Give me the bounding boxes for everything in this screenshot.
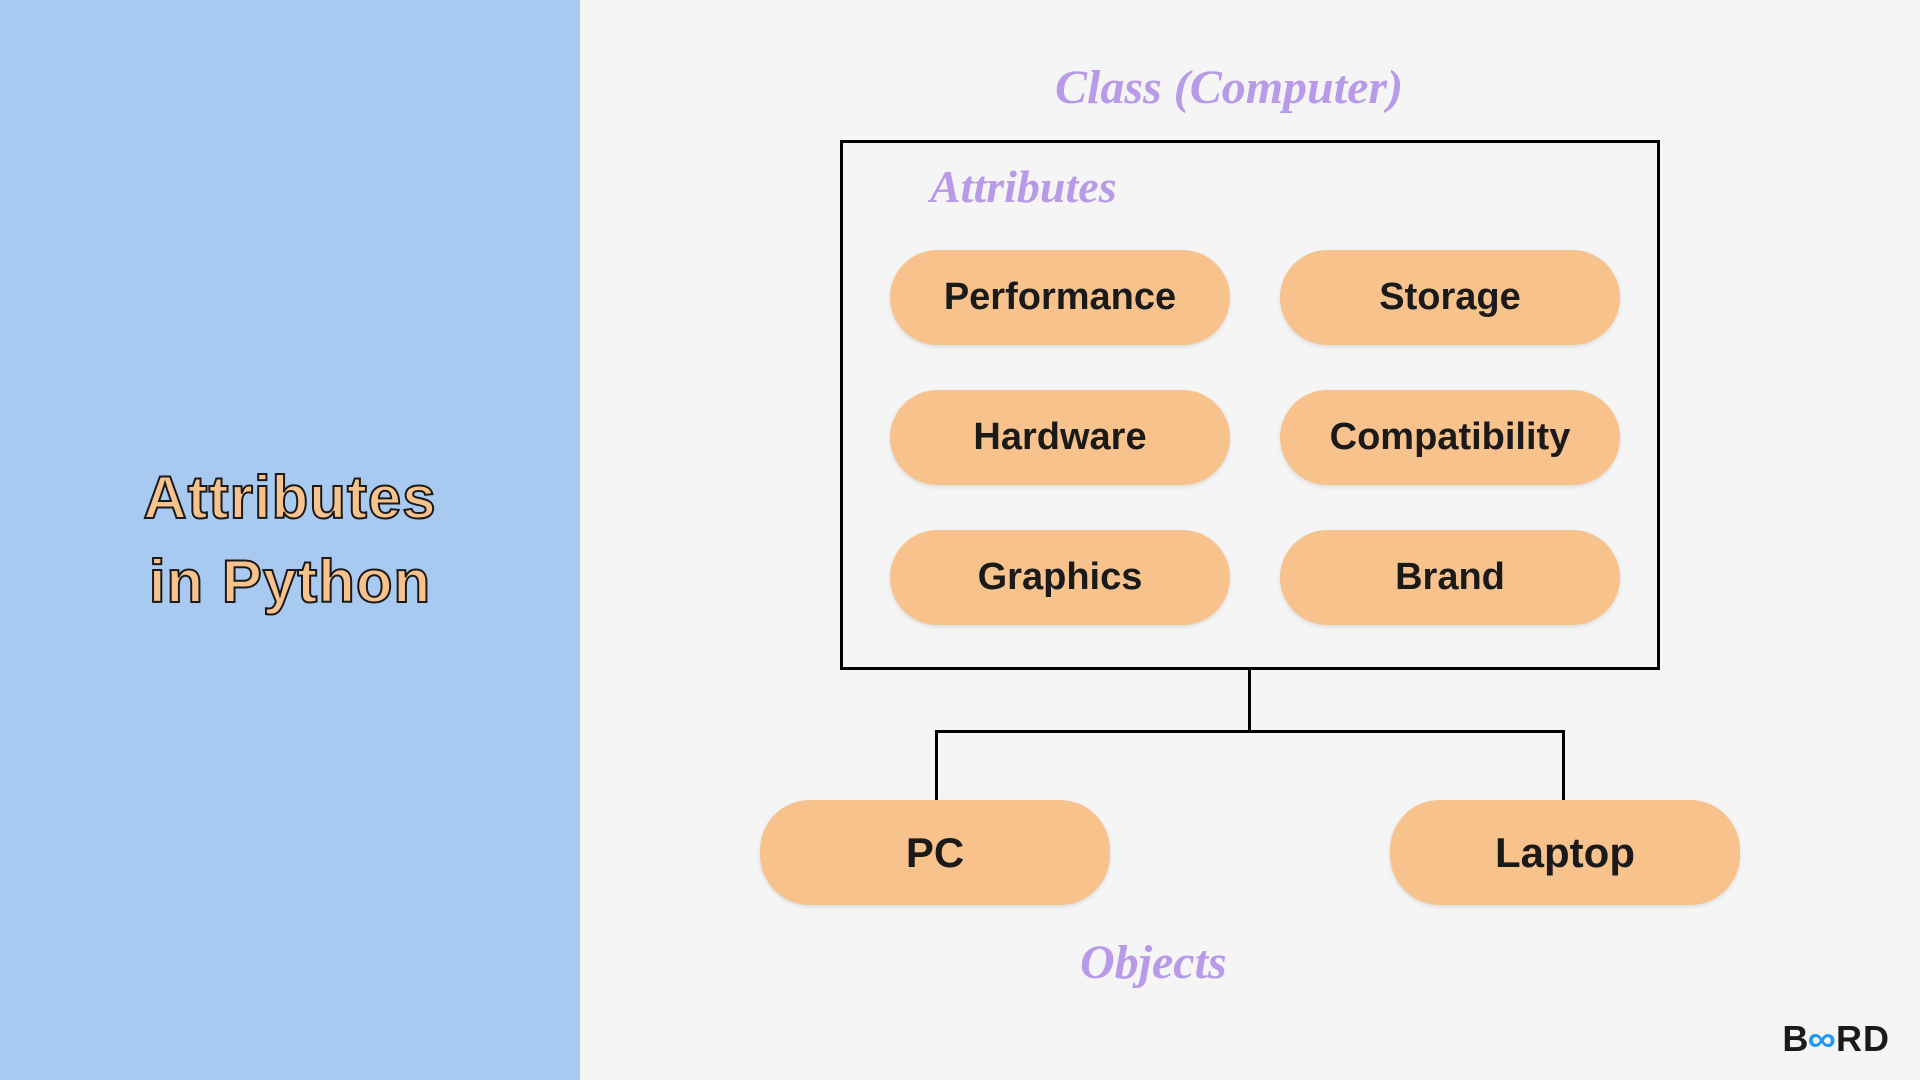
main-title: Attributes in Python: [143, 456, 436, 624]
left-panel: Attributes in Python: [0, 0, 580, 1080]
class-label: Class (Computer): [1055, 60, 1403, 115]
logo-part2: RD: [1836, 1018, 1890, 1059]
connector-horizontal: [935, 730, 1565, 733]
attribute-hardware: Hardware: [890, 390, 1230, 485]
logo-infinity-icon: ∞: [1808, 1018, 1837, 1060]
object-laptop: Laptop: [1390, 800, 1740, 905]
connector-left: [935, 730, 938, 800]
attribute-compatibility: Compatibility: [1280, 390, 1620, 485]
title-line1: Attributes: [143, 464, 436, 531]
attribute-storage: Storage: [1280, 250, 1620, 345]
title-line2: in Python: [149, 548, 431, 615]
object-pc: PC: [760, 800, 1110, 905]
board-logo: B∞RD: [1782, 1018, 1890, 1060]
objects-label: Objects: [1080, 935, 1227, 990]
connector-right: [1562, 730, 1565, 800]
attribute-brand: Brand: [1280, 530, 1620, 625]
connector-vertical: [1248, 670, 1251, 730]
attribute-performance: Performance: [890, 250, 1230, 345]
attribute-graphics: Graphics: [890, 530, 1230, 625]
right-panel: Class (Computer) Attributes Performance …: [580, 0, 1920, 1080]
attributes-label: Attributes: [930, 160, 1117, 213]
logo-part1: B: [1782, 1018, 1809, 1059]
